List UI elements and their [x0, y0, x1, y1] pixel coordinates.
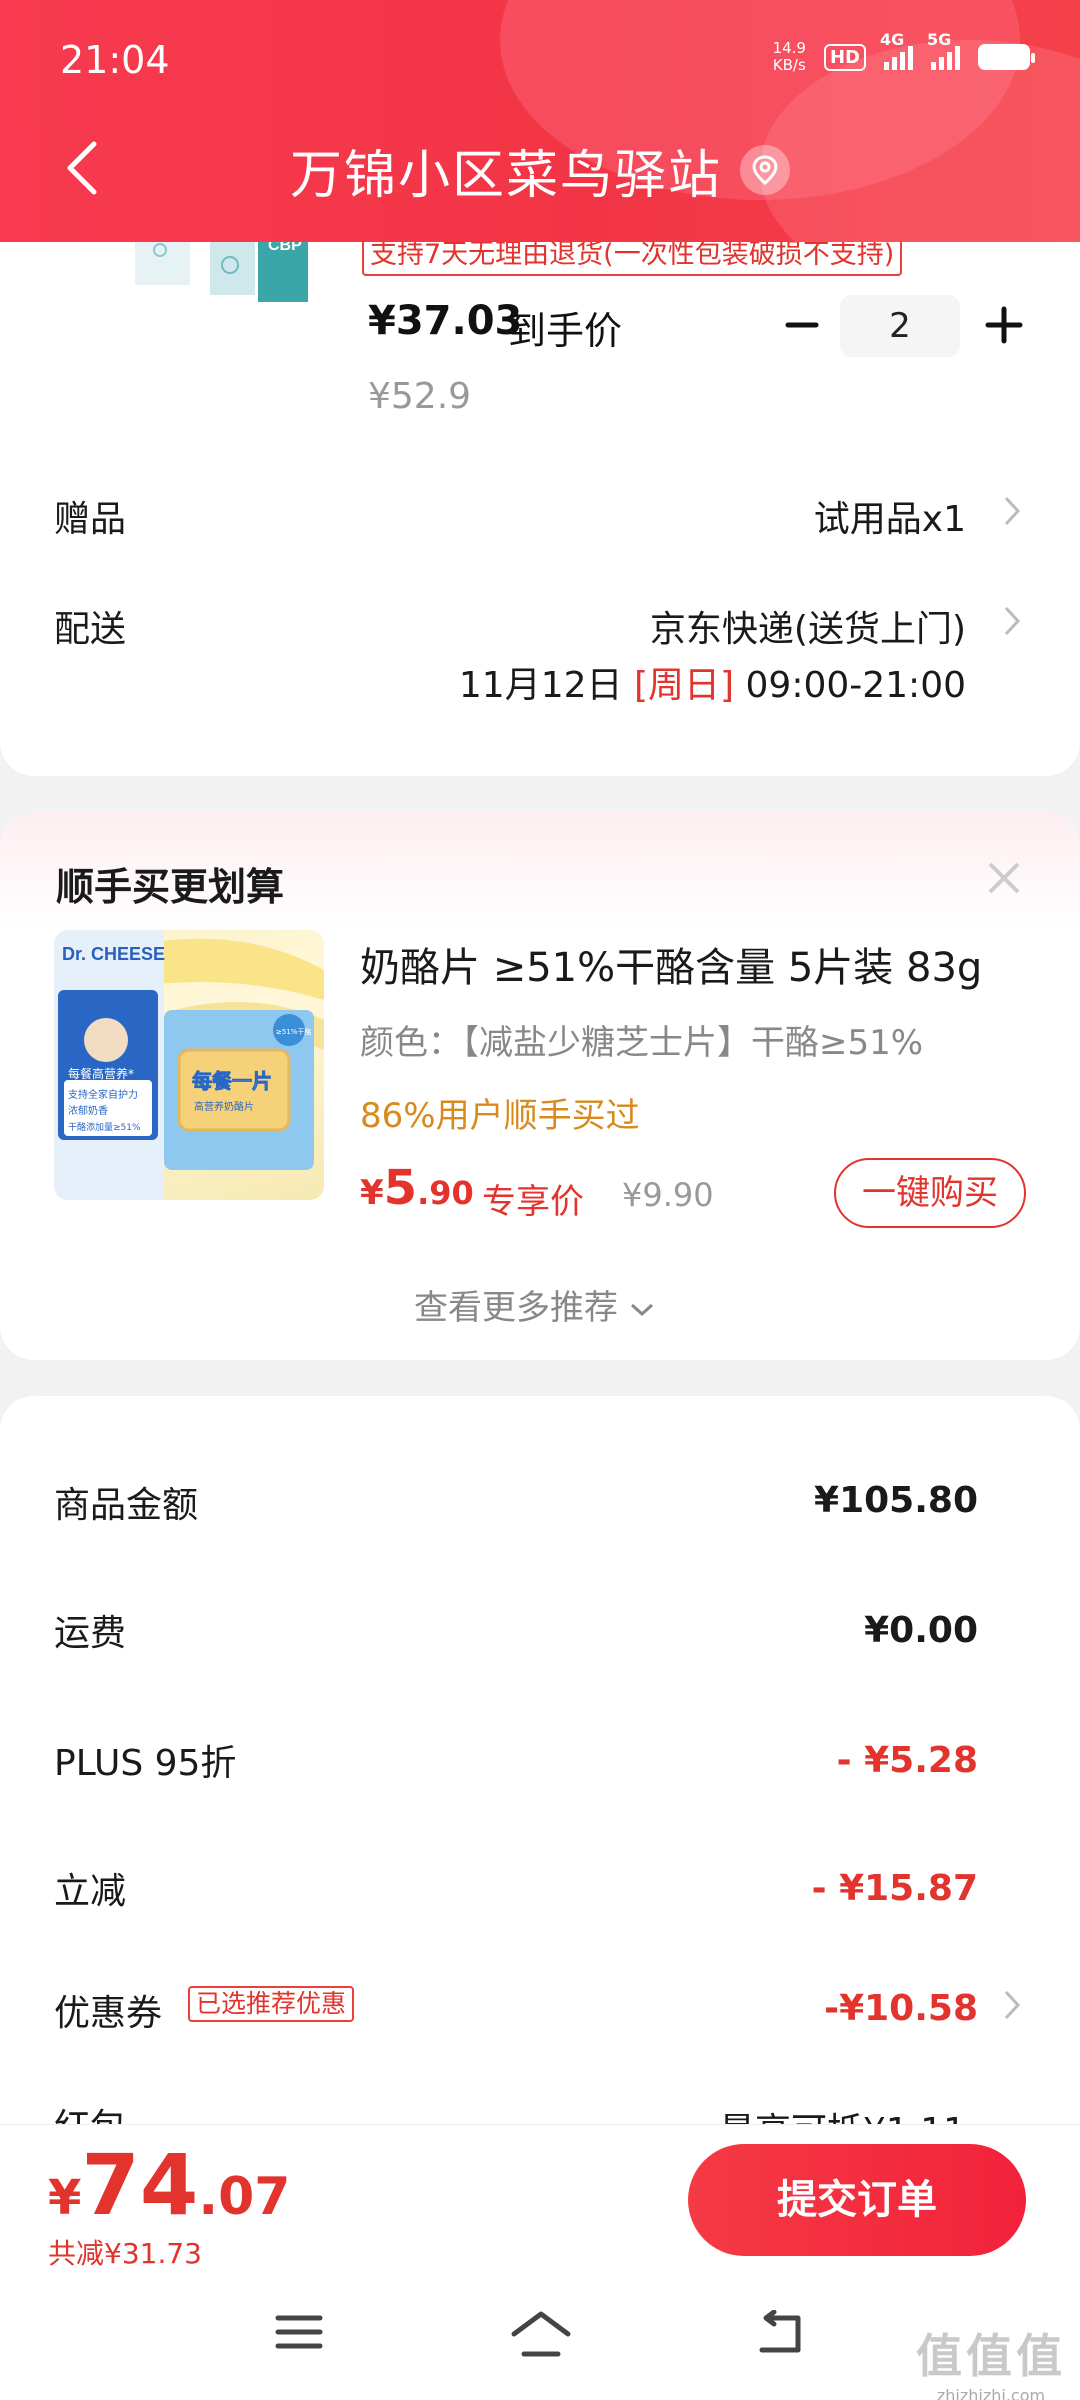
home-icon[interactable]	[510, 2310, 572, 2360]
status-time: 21:04	[60, 38, 170, 82]
delivery-label: 配送	[54, 609, 127, 650]
submit-order-button[interactable]: 提交订单	[688, 2144, 1026, 2256]
net-speed: 14.9 KB/s	[772, 39, 806, 74]
chevron-down-icon	[630, 1303, 653, 1316]
recommend-product-name[interactable]: 奶酪片 ≥51%干酪含量 5片装 83g	[360, 935, 982, 993]
recommend-buyers-stat: 86%用户顺手买过	[360, 1096, 640, 1136]
app-header: 21:04 14.9 KB/s HD 4G 5G 万锦小区菜鸟驿站	[0, 0, 1080, 242]
hd-icon: HD	[823, 43, 866, 71]
original-price: ¥52.9	[368, 376, 472, 417]
plus-discount-value: - ¥5.28	[836, 1740, 978, 1781]
recommend-product-image[interactable]: Dr. CHEESE 每餐高营养* 支持全家自护力 浓郁奶香 干酪添加量≥51%…	[54, 930, 324, 1200]
back-nav-icon[interactable]	[756, 2310, 806, 2356]
goods-amount-value: ¥105.80	[814, 1480, 978, 1521]
shipping-label: 运费	[54, 1613, 127, 1654]
plus-icon[interactable]	[982, 300, 1026, 350]
shipping-value: ¥0.00	[864, 1610, 978, 1651]
coupon-label: 优惠券	[54, 1993, 163, 2034]
gift-value[interactable]: 试用品x1	[814, 490, 966, 542]
recommend-original-price: ¥9.90	[622, 1176, 714, 1214]
plus-discount-label: PLUS 95折	[54, 1743, 237, 1784]
signal-4g-icon: 4G	[880, 30, 913, 70]
one-click-buy-button[interactable]: 一键购买	[834, 1158, 1026, 1228]
total-saved: 共减¥31.73	[48, 2237, 202, 2270]
close-icon[interactable]	[984, 858, 1024, 898]
battery-icon	[978, 44, 1035, 70]
location-pin-icon[interactable]	[740, 145, 790, 195]
instant-discount-label: 立减	[54, 1871, 127, 1912]
chevron-right-icon[interactable]	[1002, 494, 1022, 528]
image-text-1: 每餐高营养*	[68, 1066, 134, 1081]
signal-5g-icon: 5G	[927, 30, 960, 70]
recommend-price: ¥5.90	[360, 1160, 474, 1216]
minus-icon[interactable]	[782, 300, 822, 350]
delivery-value[interactable]: 京东快递(送货上门)	[650, 600, 966, 652]
image-text-4: 干酪添加量≥51%	[68, 1121, 141, 1133]
unit-price-tag: 到手价	[508, 309, 623, 353]
recommend-price-tag: 专享价	[482, 1182, 584, 1222]
chevron-right-icon[interactable]	[1002, 604, 1022, 638]
image-text-2: 支持全家自护力	[68, 1088, 138, 1101]
watermark-logo: 值值值 zhizhizhi.com	[916, 2329, 1066, 2400]
see-more-link[interactable]: 查看更多推荐	[414, 1280, 655, 1329]
total-price: ¥74.07	[48, 2136, 291, 2234]
menu-icon[interactable]	[274, 2310, 324, 2354]
image-pack-title: 每餐一片	[192, 1069, 272, 1093]
gift-label: 赠品	[54, 499, 127, 540]
image-brand: Dr. CHEESE	[62, 944, 165, 964]
goods-amount-label: 商品金额	[54, 1485, 199, 1526]
image-pack-sub: 高营养奶酪片	[194, 1100, 254, 1113]
delivery-time[interactable]: 11月12日 [周日] 09:00-21:00	[459, 656, 966, 708]
recommend-product-spec: 颜色：【减盐少糖芝士片】干酪≥51%	[360, 1023, 924, 1063]
image-badge: ≥51%干酪	[276, 1027, 311, 1036]
back-chevron-icon[interactable]	[60, 138, 104, 198]
status-icons: 14.9 KB/s HD 4G 5G	[772, 30, 1035, 74]
unit-price: ¥37.03	[368, 298, 523, 344]
page-title: 万锦小区菜鸟驿站	[290, 146, 723, 206]
coupon-value[interactable]: -¥10.58	[824, 1988, 978, 2029]
coupon-tag: 已选推荐优惠	[188, 1986, 355, 2022]
recommend-title: 顺手买更划算	[56, 865, 285, 909]
instant-discount-value: - ¥15.87	[811, 1868, 978, 1909]
image-text-3: 浓郁奶香	[68, 1104, 108, 1117]
quantity-stepper-value[interactable]: 2	[840, 295, 960, 357]
chevron-right-icon[interactable]	[1002, 1988, 1022, 2022]
